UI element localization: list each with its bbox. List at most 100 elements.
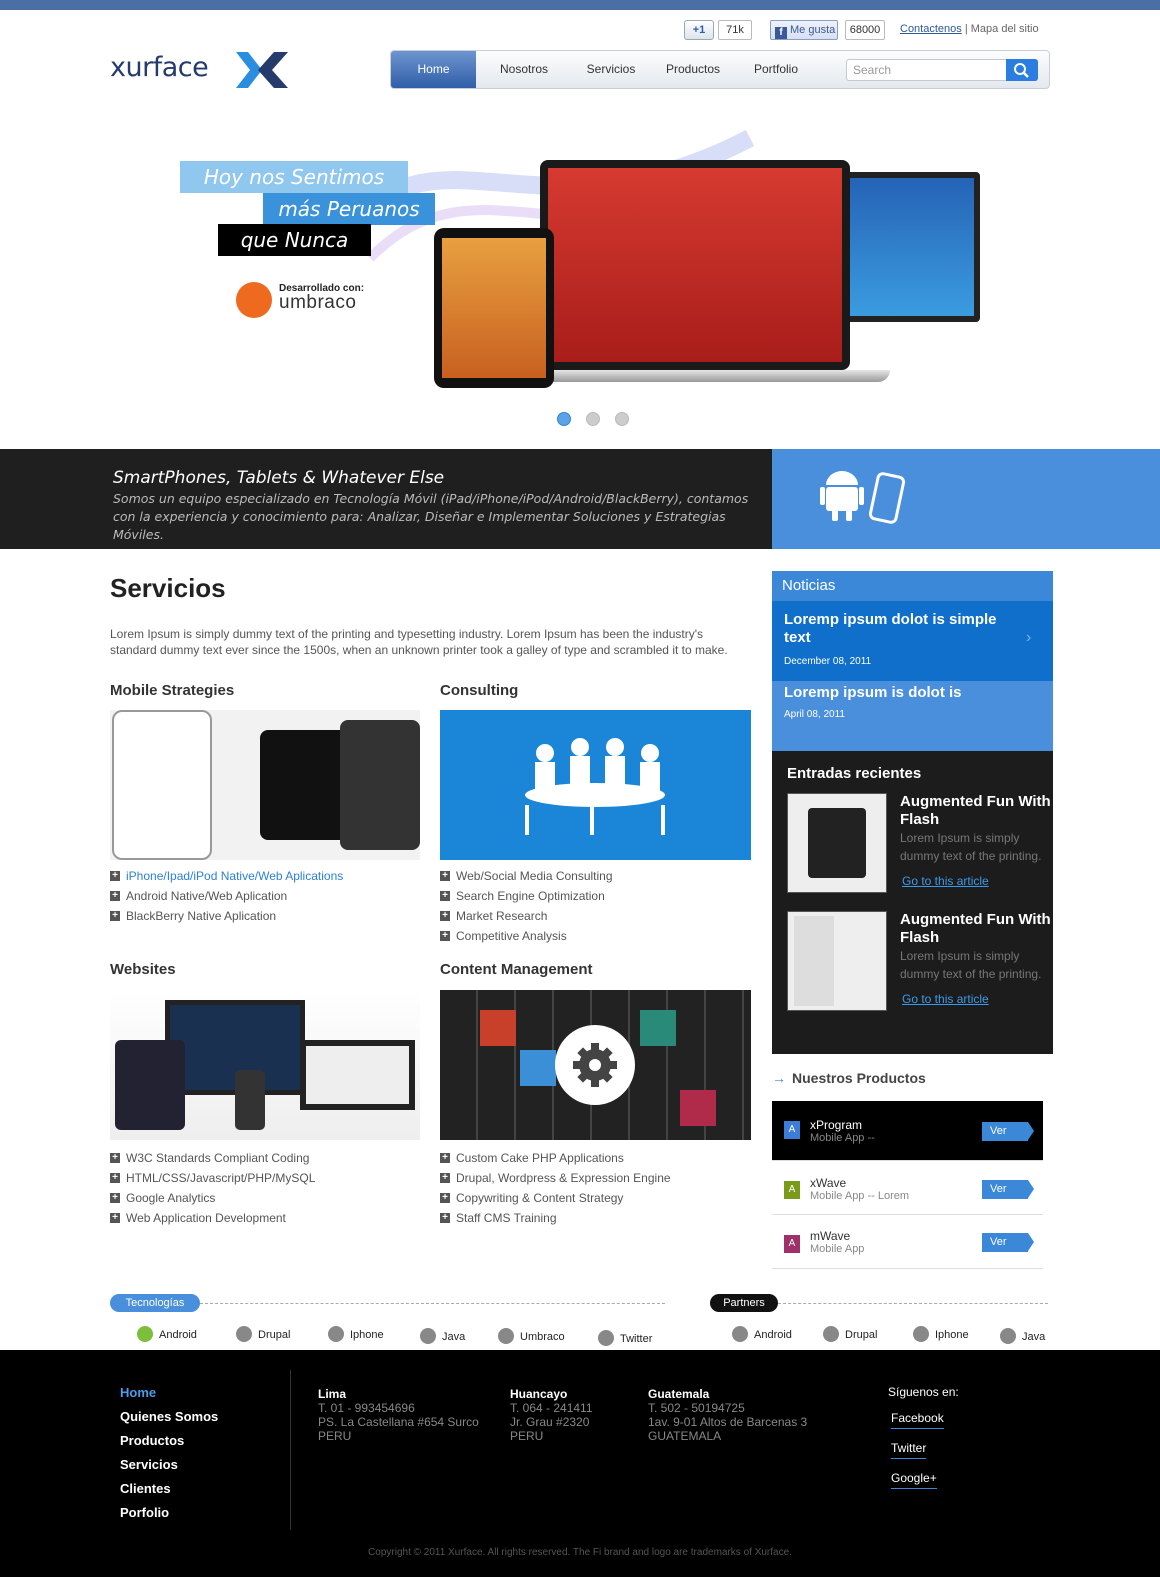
list-item: Google Analytics	[110, 1188, 315, 1208]
office-city: Guatemala	[648, 1387, 710, 1401]
post-thumbnail[interactable]	[787, 911, 887, 1011]
tech-drupal[interactable]: Drupal	[236, 1326, 290, 1342]
post-link[interactable]: Go to this article	[902, 874, 989, 888]
partner-iphone[interactable]: Iphone	[913, 1326, 969, 1342]
google-plus-count: 71k	[718, 20, 752, 40]
footer-nav-servicios[interactable]: Servicios	[120, 1457, 178, 1472]
footer-nav-productos[interactable]: Productos	[120, 1433, 184, 1448]
partner-java[interactable]: Java	[1000, 1328, 1045, 1344]
google-plus-button[interactable]: +1	[684, 20, 714, 40]
umbraco-icon	[498, 1328, 514, 1344]
app-icon: A	[784, 1181, 800, 1199]
facebook-like-button[interactable]: f Me gusta	[770, 20, 838, 40]
arrow-right-icon: →	[772, 1070, 786, 1086]
search-icon	[1014, 63, 1029, 78]
office-street: Jr. Grau #2320	[510, 1415, 590, 1429]
slider-dot-3[interactable]	[615, 412, 629, 426]
facebook-icon: f	[775, 27, 787, 39]
post-excerpt: Lorem Ipsum is simply dummy text of the …	[900, 831, 1042, 863]
office-country: GUATEMALA	[648, 1429, 722, 1443]
ver-button[interactable]: Ver	[982, 1122, 1034, 1141]
news-item-date: December 08, 2011	[784, 656, 872, 667]
recent-posts: Entradas recientes Augmented Fun With Fl…	[772, 751, 1053, 1054]
nav-nosotros[interactable]: Nosotros	[484, 51, 564, 88]
list-item: Competitive Analysis	[440, 926, 613, 946]
office-phone: T. 064 - 241411	[510, 1401, 593, 1415]
footer-nav-home[interactable]: Home	[120, 1385, 156, 1400]
list-item: Search Engine Optimization	[440, 886, 613, 906]
ver-button[interactable]: Ver	[982, 1233, 1034, 1252]
footer-nav-clientes[interactable]: Clientes	[120, 1481, 171, 1496]
google-plus-link[interactable]: Google+	[891, 1471, 937, 1489]
product-item[interactable]: A mWave Mobile App Ver	[772, 1215, 1043, 1269]
footer-nav-porfolio[interactable]: Porfolio	[120, 1505, 169, 1520]
hero-tablet	[434, 228, 554, 388]
tech-iphone[interactable]: Iphone	[328, 1326, 384, 1342]
slider-dot-1[interactable]	[557, 412, 571, 426]
ver-button[interactable]: Ver	[982, 1180, 1034, 1199]
contact-link[interactable]: Contactenos	[900, 23, 962, 35]
hero-monitor	[840, 172, 980, 322]
news-item-title: Loremp ipsum dolot is simple text	[784, 611, 997, 646]
gear-button[interactable]	[555, 1025, 635, 1105]
consulting-list: Web/Social Media Consulting Search Engin…	[440, 866, 613, 946]
twitter-icon	[598, 1330, 614, 1346]
partner-label: Java	[1022, 1331, 1046, 1343]
product-name: xProgram	[810, 1118, 863, 1132]
product-subtitle: Mobile App --	[810, 1132, 875, 1144]
post-thumbnail[interactable]	[787, 793, 887, 893]
product-item[interactable]: A xProgram Mobile App -- Ver	[772, 1101, 1043, 1161]
drupal-icon	[236, 1326, 252, 1342]
partner-drupal[interactable]: Drupal	[823, 1326, 877, 1342]
umbraco-icon	[236, 282, 272, 318]
slider-dot-2[interactable]	[586, 412, 600, 426]
news-item[interactable]: Loremp ipsum dolot is simple text Decemb…	[772, 601, 1053, 681]
product-item[interactable]: A xWave Mobile App -- Lorem Ver	[772, 1161, 1043, 1215]
tech-label: Java	[442, 1331, 466, 1343]
tech-twitter[interactable]: Twitter	[598, 1330, 652, 1346]
technologies-label: Tecnologías	[110, 1294, 200, 1312]
products-title-text: Nuestros Productos	[792, 1070, 926, 1086]
app-icon: A	[784, 1235, 800, 1253]
nav-home[interactable]: Home	[391, 51, 476, 88]
tech-android[interactable]: Android	[137, 1326, 197, 1342]
nav-portfolio[interactable]: Portfolio	[741, 51, 811, 88]
list-item: Drupal, Wordpress & Expression Engine	[440, 1168, 671, 1188]
search-button[interactable]	[1006, 59, 1038, 81]
follow-us-label: Síguenos en:	[888, 1385, 959, 1399]
partner-android[interactable]: Android	[732, 1326, 792, 1342]
post-title[interactable]: Augmented Fun With Flash	[900, 911, 1053, 947]
nav-productos[interactable]: Productos	[653, 51, 733, 88]
news-item[interactable]: Loremp ipsum is dolot is April 08, 2011	[772, 681, 1053, 751]
twitter-link[interactable]: Twitter	[891, 1441, 927, 1459]
banner-text: Somos un equipo especializado en Tecnolo…	[113, 491, 749, 542]
top-links: Contactenos | Mapa del sitio	[900, 23, 1039, 35]
partners-label: Partners	[710, 1294, 778, 1312]
facebook-like-count: 68000	[845, 20, 885, 40]
list-item: Custom Cake PHP Applications	[440, 1148, 671, 1168]
app-icon: A	[784, 1121, 800, 1139]
services-intro: Lorem Ipsum is simply dummy text of the …	[110, 627, 728, 657]
websites-list: W3C Standards Compliant Coding HTML/CSS/…	[110, 1148, 315, 1228]
logo-text[interactable]: xurface	[110, 52, 209, 83]
office-street: 1av. 9-01 Altos de Barcenas 3	[648, 1415, 808, 1429]
list-item: Copywriting & Content Strategy	[440, 1188, 671, 1208]
list-item[interactable]: iPhone/Ipad/iPod Native/Web Aplications	[110, 866, 343, 886]
nav-servicios[interactable]: Servicios	[571, 51, 651, 88]
footer-nav-quienes-somos[interactable]: Quienes Somos	[120, 1409, 218, 1424]
android-icon	[137, 1326, 153, 1342]
tech-umbraco[interactable]: Umbraco	[498, 1328, 565, 1344]
apple-icon	[913, 1326, 929, 1342]
post-link[interactable]: Go to this article	[902, 992, 989, 1006]
facebook-link[interactable]: Facebook	[891, 1411, 944, 1429]
products-title: → Nuestros Productos	[772, 1070, 926, 1086]
sitemap-link[interactable]: Mapa del sitio	[971, 23, 1039, 35]
news-item-title: Loremp ipsum is dolot is	[784, 684, 962, 701]
post-title[interactable]: Augmented Fun With Flash	[900, 793, 1053, 829]
product-name: mWave	[810, 1229, 851, 1243]
tech-java[interactable]: Java	[420, 1328, 465, 1344]
list-item: Android Native/Web Aplication	[110, 886, 343, 906]
mobile-strategies-title: Mobile Strategies	[110, 682, 235, 699]
list-item: W3C Standards Compliant Coding	[110, 1148, 315, 1168]
android-phone-icon	[820, 471, 906, 524]
